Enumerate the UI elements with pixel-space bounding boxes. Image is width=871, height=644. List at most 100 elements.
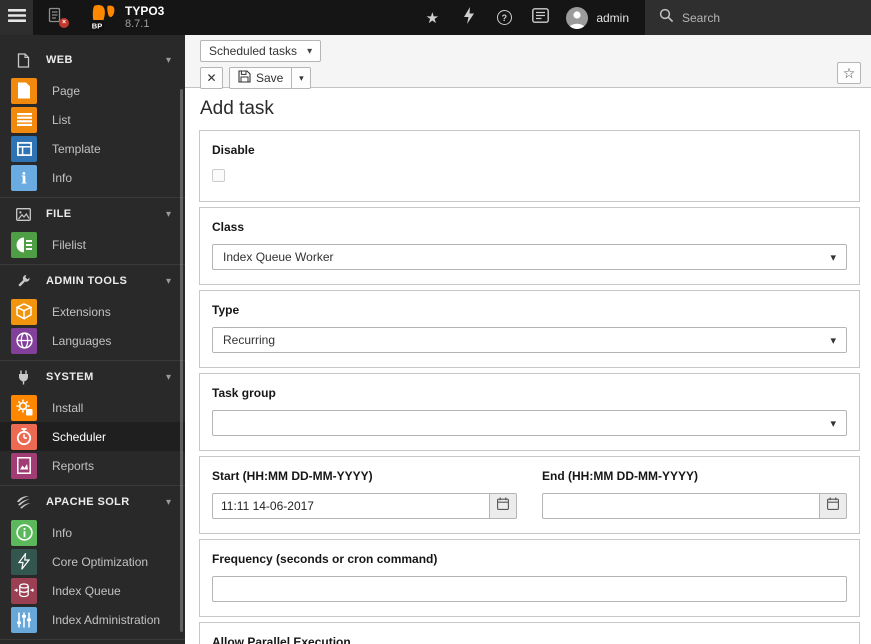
extensions-cube-icon — [11, 298, 37, 325]
chevron-down-icon: ▾ — [307, 45, 313, 57]
module-group-header-file[interactable]: FILE ▾ — [0, 198, 185, 230]
avatar — [566, 6, 589, 29]
sidebar-item-info[interactable]: i Info — [0, 163, 185, 192]
chevron-down-icon: ▾ — [165, 275, 171, 287]
module-menu: WEB ▾ Page List Template i Info FILE ▾ F… — [0, 35, 185, 644]
chevron-down-icon: ▾ — [830, 417, 836, 430]
sidebar-item-page[interactable]: Page — [0, 76, 185, 105]
topbar: × BP TYPO3 8.7.1 ★ ? admin Search — [0, 0, 871, 35]
class-select[interactable]: Index Queue Worker ▾ — [212, 244, 847, 270]
save-button[interactable]: Save — [229, 67, 293, 89]
languages-globe-icon — [11, 327, 37, 354]
index-queue-database-icon — [11, 577, 37, 604]
form-section-class: Class Index Queue Worker ▾ — [199, 207, 860, 285]
allow-parallel-label: Allow Parallel Execution — [212, 635, 351, 644]
admin-tools-wrench-icon — [0, 274, 46, 289]
module-group-file: FILE ▾ Filelist — [0, 198, 185, 265]
clear-cache-toolbar-button[interactable] — [450, 0, 486, 35]
help-icon: ? — [496, 10, 512, 25]
save-button-label: Save — [256, 71, 284, 85]
sidebar-item-template[interactable]: Template — [0, 134, 185, 163]
username-label: admin — [596, 10, 629, 25]
close-button[interactable]: ✕ — [200, 67, 223, 89]
bolt-icon — [462, 6, 475, 29]
scheduler-clock-icon — [11, 423, 37, 450]
sidebar-item-extensions[interactable]: Extensions — [0, 297, 185, 326]
disable-label: Disable — [212, 143, 255, 157]
sidebar-scrollbar[interactable] — [180, 89, 183, 632]
typo3-logo: BP — [90, 0, 117, 35]
shortcut-star-icon: ☆ — [842, 64, 856, 81]
search-icon — [659, 8, 674, 28]
frequency-input[interactable] — [212, 576, 847, 602]
help-toolbar-button[interactable]: ? — [486, 0, 522, 35]
form-section-disable: Disable — [199, 130, 860, 202]
chevron-down-icon: ▾ — [299, 72, 304, 83]
typo3-backend: × BP TYPO3 8.7.1 ★ ? admin Search WEB ▾ … — [0, 0, 871, 644]
systeminformation-toolbar-button[interactable] — [522, 0, 558, 35]
save-options-button[interactable]: ▾ — [292, 67, 312, 89]
start-input[interactable] — [212, 493, 490, 519]
web-document-icon — [0, 52, 46, 68]
chevron-down-icon: ▾ — [830, 251, 836, 264]
menu-toggle-button[interactable] — [0, 0, 33, 35]
module-group-header-admin-tools[interactable]: ADMIN TOOLS ▾ — [0, 265, 185, 297]
end-calendar-button[interactable] — [820, 493, 847, 519]
end-input[interactable] — [542, 493, 820, 519]
type-label: Type — [212, 303, 240, 317]
end-label: End (HH:MM DD-MM-YYYY) — [542, 469, 698, 483]
sidebar-item-solr-info[interactable]: Info — [0, 518, 185, 547]
start-label: Start (HH:MM DD-MM-YYYY) — [212, 469, 373, 483]
start-calendar-button[interactable] — [490, 493, 517, 519]
file-image-icon — [0, 207, 46, 221]
form-section-type: Type Recurring ▾ — [199, 290, 860, 368]
module-group-header-web[interactable]: WEB ▾ — [0, 44, 185, 76]
chevron-down-icon: ▾ — [165, 208, 171, 220]
form-section-allow-parallel: Allow Parallel Execution — [199, 622, 860, 644]
module-group-header-apache-solr[interactable]: APACHE SOLR ▾ — [0, 486, 185, 518]
module-content: Scheduled tasks ▾ ✕ Save ▾ ☆ Add task Di… — [185, 35, 871, 644]
module-group-header-system[interactable]: SYSTEM ▾ — [0, 361, 185, 393]
product-title: TYPO3 8.7.1 — [125, 0, 164, 35]
sidebar-item-index-administration[interactable]: Index Administration — [0, 605, 185, 634]
sidebar-item-reports[interactable]: Reports — [0, 451, 185, 480]
scheduler-form: Add task Disable Class Index Queue Worke… — [185, 88, 871, 644]
type-select[interactable]: Recurring ▾ — [212, 327, 847, 353]
calendar-icon — [827, 497, 839, 515]
disable-checkbox[interactable] — [212, 169, 225, 182]
star-icon: ★ — [425, 9, 440, 27]
sidebar-item-list[interactable]: List — [0, 105, 185, 134]
search-input[interactable] — [682, 10, 832, 25]
search-bar[interactable] — [645, 0, 871, 35]
sidebar-item-index-queue[interactable]: Index Queue — [0, 576, 185, 605]
system-information-icon — [531, 7, 549, 28]
task-group-select[interactable]: ▾ — [212, 410, 847, 436]
chevron-down-icon: ▾ — [830, 334, 836, 347]
sidebar-item-core-optimization[interactable]: Core Optimization — [0, 547, 185, 576]
module-group-system: SYSTEM ▾ Install Scheduler Reports — [0, 361, 185, 486]
save-floppy-icon — [238, 70, 251, 86]
add-shortcut-button[interactable]: ☆ — [837, 62, 861, 84]
task-group-label: Task group — [212, 386, 276, 400]
view-select-value: Scheduled tasks — [209, 44, 298, 58]
sidebar-item-scheduler[interactable]: Scheduler — [0, 422, 185, 451]
bookmarks-toolbar-button[interactable]: ★ — [414, 0, 450, 35]
class-select-value: Index Queue Worker — [223, 250, 334, 264]
sidebar-item-filelist[interactable]: Filelist — [0, 230, 185, 259]
solr-sun-icon — [0, 495, 46, 510]
close-badge-icon: × — [59, 18, 69, 28]
core-optimization-bolt-icon — [11, 548, 37, 575]
sidebar-item-languages[interactable]: Languages — [0, 326, 185, 355]
product-version: 8.7.1 — [125, 18, 150, 30]
install-gear-icon — [11, 394, 37, 421]
form-section-frequency: Frequency (seconds or cron command) — [199, 539, 860, 617]
sidebar-item-install[interactable]: Install — [0, 393, 185, 422]
svg-text:i: i — [21, 170, 27, 186]
chevron-down-icon: ▾ — [165, 496, 171, 508]
scheduler-view-select[interactable]: Scheduled tasks ▾ — [200, 40, 322, 62]
hamburger-icon — [7, 8, 26, 27]
chevron-down-icon: ▾ — [165, 54, 171, 66]
open-documents-button[interactable]: × — [33, 0, 77, 35]
template-icon — [11, 135, 37, 162]
user-menu-button[interactable]: admin — [558, 0, 645, 35]
